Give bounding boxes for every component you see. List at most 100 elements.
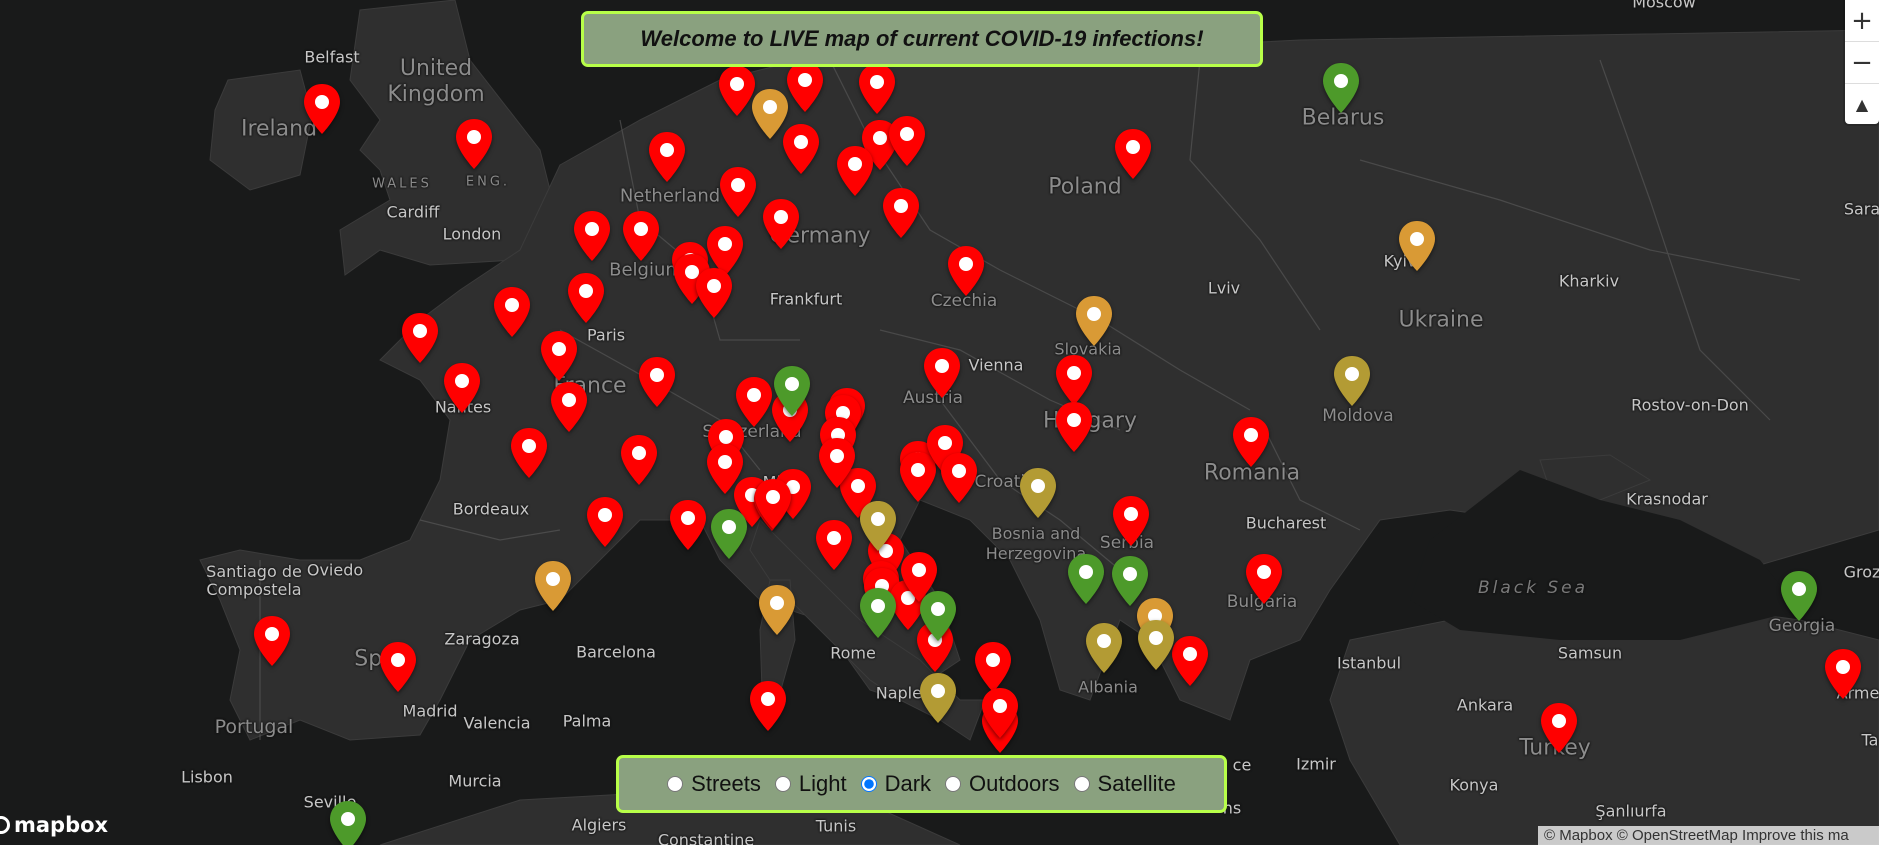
city-label: Bordeaux [452, 499, 530, 519]
olive-infection-marker[interactable] [919, 672, 957, 724]
green-infection-marker[interactable] [859, 587, 897, 639]
style-option-streets[interactable]: Streets [667, 771, 761, 797]
red-infection-marker[interactable] [550, 381, 588, 433]
style-option-satellite[interactable]: Satellite [1073, 771, 1176, 797]
red-infection-marker[interactable] [567, 272, 605, 324]
red-infection-marker[interactable] [303, 83, 341, 135]
red-infection-marker[interactable] [1245, 553, 1283, 605]
red-infection-marker[interactable] [1055, 354, 1093, 406]
style-label: Satellite [1097, 771, 1176, 796]
olive-infection-marker[interactable] [1019, 467, 1057, 519]
style-option-light[interactable]: Light [774, 771, 847, 797]
olive-infection-marker[interactable] [1137, 619, 1175, 671]
orange-infection-marker[interactable] [1398, 220, 1436, 272]
red-infection-marker[interactable] [573, 210, 611, 262]
red-infection-marker[interactable] [818, 437, 856, 489]
city-label: Barcelona [576, 642, 656, 662]
city-label: Konya [1449, 775, 1499, 795]
red-infection-marker[interactable] [669, 499, 707, 551]
red-infection-marker[interactable] [815, 519, 853, 571]
red-infection-marker[interactable] [695, 267, 733, 319]
red-infection-marker[interactable] [586, 496, 624, 548]
red-infection-marker[interactable] [455, 118, 493, 170]
red-infection-marker[interactable] [940, 452, 978, 504]
compass-button[interactable]: ▲ [1845, 84, 1879, 125]
map-canvas[interactable]: Ireland United Kingdom Netherland Belgiu… [0, 0, 1879, 845]
red-infection-marker[interactable] [510, 427, 548, 479]
red-infection-marker[interactable] [620, 434, 658, 486]
red-infection-marker[interactable] [858, 63, 896, 115]
orange-infection-marker[interactable] [534, 560, 572, 612]
olive-infection-marker[interactable] [1085, 622, 1123, 674]
red-infection-marker[interactable] [786, 61, 824, 113]
orange-infection-marker[interactable] [1075, 295, 1113, 347]
zoom-in-button[interactable]: + [1845, 0, 1879, 42]
red-infection-marker[interactable] [749, 680, 787, 732]
red-infection-marker[interactable] [622, 210, 660, 262]
red-infection-marker[interactable] [981, 687, 1019, 739]
red-infection-marker[interactable] [638, 356, 676, 408]
red-infection-marker[interactable] [1171, 635, 1209, 687]
mapbox-logo[interactable]: mapbox [0, 812, 108, 838]
map-pin-icon [1233, 417, 1269, 467]
city-label: Oviedo [306, 560, 364, 580]
olive-infection-marker[interactable] [1333, 355, 1371, 407]
map-pin-icon [568, 273, 604, 323]
map-pin-icon [649, 132, 685, 182]
green-infection-marker[interactable] [919, 590, 957, 642]
sea-label: Black Sea [1477, 578, 1589, 598]
red-infection-marker[interactable] [540, 330, 578, 382]
style-label: Outdoors [969, 771, 1060, 796]
style-option-outdoors[interactable]: Outdoors [945, 771, 1060, 797]
red-infection-marker[interactable] [719, 166, 757, 218]
red-infection-marker[interactable] [888, 115, 926, 167]
style-radio-outdoors[interactable] [945, 776, 962, 792]
map-pin-icon [819, 438, 855, 488]
style-option-dark[interactable]: Dark [860, 771, 931, 797]
green-infection-marker[interactable] [710, 508, 748, 560]
map-attribution[interactable]: © Mapbox © OpenStreetMap Improve this ma [1538, 826, 1879, 845]
red-infection-marker[interactable] [1112, 495, 1150, 547]
zoom-out-button[interactable]: − [1845, 42, 1879, 84]
red-infection-marker[interactable] [1114, 128, 1152, 180]
style-radio-streets[interactable] [667, 776, 684, 792]
city-label: Santiago de Compostela [206, 562, 302, 599]
red-infection-marker[interactable] [836, 145, 874, 197]
style-radio-satellite[interactable] [1073, 776, 1090, 792]
style-radio-light[interactable] [774, 776, 791, 792]
green-infection-marker[interactable] [773, 365, 811, 417]
red-infection-marker[interactable] [923, 347, 961, 399]
red-infection-marker[interactable] [493, 286, 531, 338]
red-infection-marker[interactable] [379, 641, 417, 693]
green-infection-marker[interactable] [1780, 570, 1818, 622]
red-infection-marker[interactable] [762, 198, 800, 250]
map-pin-icon [1541, 703, 1577, 753]
green-infection-marker[interactable] [1067, 553, 1105, 605]
green-infection-marker[interactable] [329, 800, 367, 845]
green-infection-marker[interactable] [1322, 62, 1360, 114]
red-infection-marker[interactable] [1232, 416, 1270, 468]
orange-infection-marker[interactable] [758, 584, 796, 636]
map-pin-icon [975, 642, 1011, 692]
red-infection-marker[interactable] [648, 131, 686, 183]
red-infection-marker[interactable] [1540, 702, 1578, 754]
map-pin-icon [511, 428, 547, 478]
red-infection-marker[interactable] [1824, 648, 1862, 700]
city-label: Madrid [402, 701, 458, 721]
red-infection-marker[interactable] [401, 312, 439, 364]
map-pin-icon [860, 501, 896, 551]
green-infection-marker[interactable] [1111, 555, 1149, 607]
map-pin-icon [763, 199, 799, 249]
map-pin-icon [1113, 496, 1149, 546]
mapbox-logo-text: mapbox [14, 813, 109, 837]
olive-infection-marker[interactable] [859, 500, 897, 552]
red-infection-marker[interactable] [443, 362, 481, 414]
red-infection-marker[interactable] [947, 245, 985, 297]
orange-infection-marker[interactable] [751, 88, 789, 140]
red-infection-marker[interactable] [1055, 401, 1093, 453]
style-radio-dark[interactable] [860, 776, 877, 792]
red-infection-marker[interactable] [253, 615, 291, 667]
red-infection-marker[interactable] [754, 478, 792, 530]
red-infection-marker[interactable] [882, 187, 920, 239]
red-infection-marker[interactable] [974, 641, 1012, 693]
